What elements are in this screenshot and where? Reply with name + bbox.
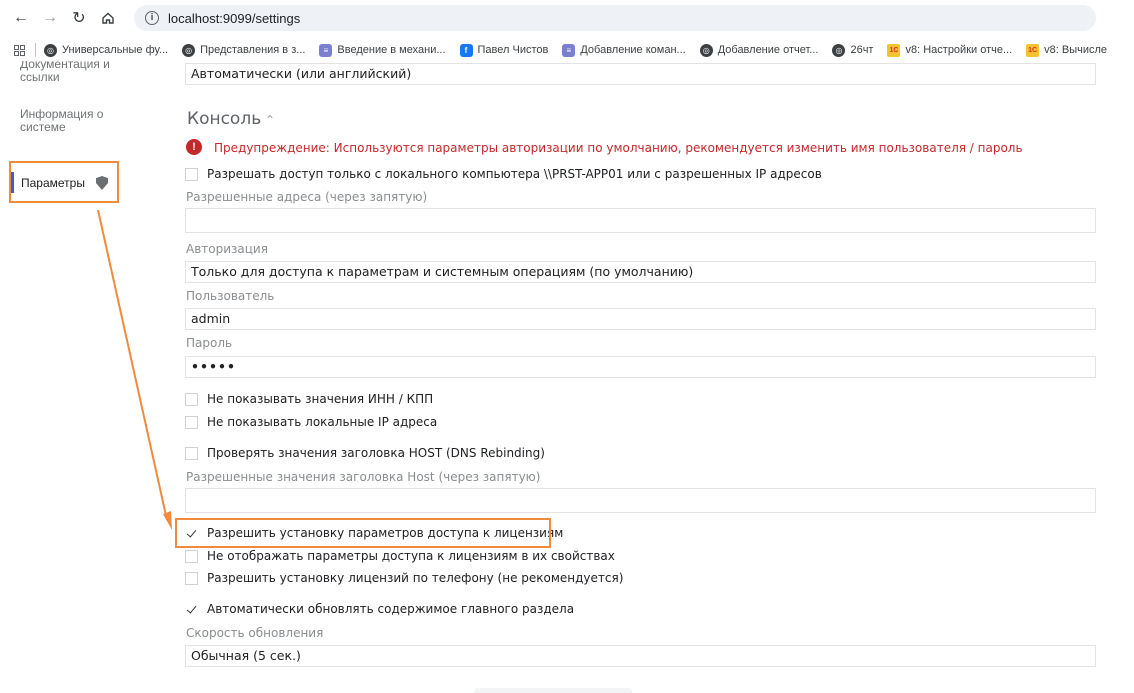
annotation-highlight-box — [175, 518, 551, 548]
allowed-addresses-input[interactable] — [185, 208, 1096, 233]
document-icon: ≡ — [562, 43, 576, 57]
document-icon: ≡ — [319, 43, 333, 57]
warning-icon: ! — [186, 139, 202, 155]
home-icon[interactable] — [95, 5, 121, 31]
v8-icon: 1С — [1026, 43, 1040, 57]
language-select[interactable]: Автоматически (или английский) — [185, 63, 1096, 85]
v8-icon: 1С — [887, 43, 901, 57]
checkbox-hide-inn[interactable]: Не показывать значения ИНН / КПП — [185, 391, 433, 407]
checkbox-auto-refresh[interactable]: Автоматически обновлять содержимое главн… — [185, 601, 574, 617]
checkbox[interactable] — [185, 167, 198, 181]
allowed-addresses-label: Разрешенные адреса (через запятую) — [186, 190, 428, 204]
bookmark-item[interactable]: ◎ Добавление отчет... — [699, 43, 818, 57]
globe-icon: ◎ — [44, 43, 57, 57]
checkbox[interactable] — [185, 549, 198, 563]
password-label: Пароль — [186, 336, 233, 350]
globe-icon: ◎ — [182, 43, 196, 57]
site-info-icon[interactable]: i — [145, 11, 159, 25]
bookmark-item[interactable]: 1С v8: Настройки отче... — [887, 43, 1012, 57]
sidebar-item-label: Параметры — [21, 176, 85, 190]
sidebar-item-system-info[interactable]: Информация о системе — [20, 108, 120, 134]
refresh-speed-select[interactable]: Обычная (5 сек.) — [185, 645, 1096, 667]
annotation-arrow — [97, 209, 172, 530]
bookmark-item[interactable]: 1С v8: Вычисле — [1026, 43, 1107, 57]
address-bar[interactable]: i localhost:9099/settings — [134, 5, 1096, 31]
facebook-icon: f — [459, 43, 473, 57]
allowed-host-input[interactable] — [185, 488, 1096, 513]
password-input[interactable]: ••••• — [185, 356, 1096, 378]
user-label: Пользователь — [186, 289, 275, 303]
user-input[interactable]: admin — [185, 308, 1096, 330]
forward-arrow-icon[interactable]: → — [37, 5, 63, 31]
auth-label: Авторизация — [186, 242, 268, 256]
checkbox-local-access[interactable]: Разрешать доступ только с локального ком… — [185, 166, 822, 182]
checkbox[interactable] — [185, 446, 198, 460]
sidebar-item-docs[interactable]: Документация и ссылки — [20, 61, 135, 91]
allowed-host-label: Разрешенные значения заголовка Host (чер… — [186, 470, 541, 484]
auth-select[interactable]: Только для доступа к параметрам и систем… — [185, 261, 1096, 283]
chevron-up-icon[interactable]: ⌃ — [265, 113, 275, 127]
browser-toolbar: ← → ↻ i localhost:9099/settings — [0, 0, 1134, 36]
url-text: localhost:9099/settings — [168, 10, 301, 26]
checkbox[interactable] — [185, 571, 198, 585]
bookmark-item[interactable]: ◎ Универсальные фу... — [44, 43, 168, 57]
globe-icon: ◎ — [832, 43, 846, 57]
bookmark-item[interactable]: ◎ 26чт — [832, 43, 873, 57]
warning-message: Предупреждение: Используются параметры а… — [214, 141, 1023, 155]
checkbox[interactable] — [185, 415, 198, 429]
checkbox-hide-ip[interactable]: Не показывать локальные IP адреса — [185, 414, 437, 430]
back-arrow-icon[interactable]: ← — [8, 5, 34, 31]
save-button[interactable] — [474, 688, 632, 693]
checkbox[interactable] — [185, 602, 198, 616]
checkbox-phone-license[interactable]: Разрешить установку лицензий по телефону… — [185, 570, 623, 586]
active-indicator — [11, 172, 14, 193]
refresh-speed-label: Скорость обновления — [186, 626, 324, 640]
bookmark-item[interactable]: ≡ Введение в механи... — [319, 43, 446, 57]
apps-grid-icon[interactable] — [14, 44, 25, 56]
bookmark-item[interactable]: f Павел Чистов — [459, 43, 548, 57]
checkbox[interactable] — [185, 392, 198, 406]
shield-icon — [96, 176, 108, 190]
bookmark-item[interactable]: ≡ Добавление коман... — [562, 43, 686, 57]
globe-icon: ◎ — [699, 43, 713, 57]
console-section-title[interactable]: Консоль — [187, 109, 261, 129]
sidebar-item-params[interactable]: Параметры — [9, 161, 119, 203]
bookmarks-divider — [35, 43, 36, 57]
bookmarks-bar: ◎ Универсальные фу... ◎ Представления в з.… — [0, 38, 1134, 62]
bookmark-item[interactable]: ◎ Представления в з... — [182, 43, 305, 57]
checkbox-check-host[interactable]: Проверять значения заголовка HOST (DNS R… — [185, 445, 545, 461]
checkbox-hide-license-params[interactable]: Не отображать параметры доступа к лиценз… — [185, 548, 615, 564]
reload-icon[interactable]: ↻ — [66, 5, 92, 31]
